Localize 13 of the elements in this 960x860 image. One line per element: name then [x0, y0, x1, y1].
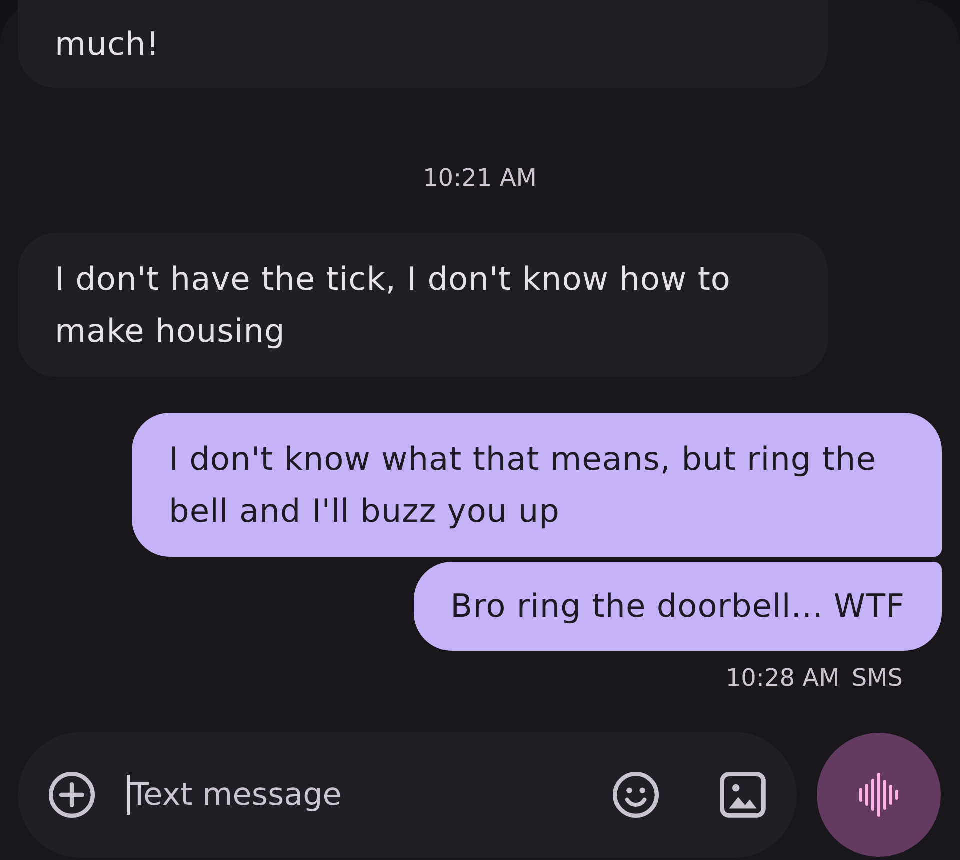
- image-icon[interactable]: [720, 772, 766, 818]
- message-time: 10:28 AM: [726, 663, 840, 693]
- emoji-icon[interactable]: [612, 771, 660, 819]
- add-icon[interactable]: [48, 771, 96, 819]
- text-cursor: [127, 775, 130, 815]
- message-input[interactable]: Text message: [130, 777, 592, 813]
- received-message-bubble: I don't have the tick, I don't know how to make housing: [18, 233, 828, 377]
- received-message-bubble: much!: [18, 0, 828, 88]
- sent-message-bubble: Bro ring the doorbell... WTF: [414, 562, 942, 651]
- timestamp: 10:21 AM: [423, 163, 537, 193]
- sent-message-bubble: I don't know what that means, but ring the bell and I'll buzz you up: [132, 413, 942, 557]
- message-type-label: SMS: [852, 663, 903, 693]
- waveform-icon: [859, 772, 899, 818]
